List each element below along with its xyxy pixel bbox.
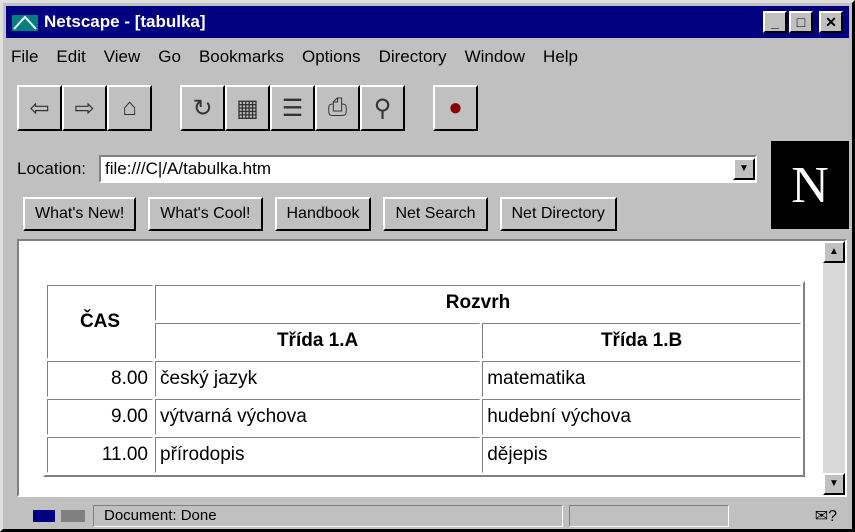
- chevron-up-icon: ▲: [829, 246, 839, 257]
- print-button[interactable]: ⎙: [315, 85, 360, 131]
- menu-help[interactable]: Help: [543, 47, 578, 67]
- class-b-cell: hudební výchova: [482, 399, 801, 435]
- time-cell: 9.00: [47, 399, 153, 435]
- find-icon: ⚲: [373, 94, 392, 122]
- class-b-cell: dějepis: [482, 437, 801, 473]
- table-row: 11.00 přírodopis dějepis: [47, 437, 801, 473]
- class-a-header: Třída 1.A: [155, 323, 481, 359]
- menu-edit[interactable]: Edit: [56, 47, 85, 67]
- net-search-button[interactable]: Net Search: [383, 197, 488, 231]
- security-key-icon[interactable]: [31, 506, 93, 526]
- mail-icon[interactable]: ✉?: [815, 506, 837, 526]
- schedule-header: Rozvrh: [155, 285, 801, 321]
- home-icon: ⌂: [122, 94, 137, 121]
- class-a-cell: český jazyk: [155, 361, 481, 397]
- vertical-scrollbar[interactable]: ▲ ▼: [823, 241, 845, 495]
- class-b-header: Třída 1.B: [482, 323, 801, 359]
- page-content: ČAS Rozvrh Třída 1.A Třída 1.B 8.00 česk…: [17, 239, 847, 497]
- whats-cool-button[interactable]: What's Cool!: [148, 197, 263, 231]
- status-bar: Document: Done ✉?: [17, 503, 847, 529]
- class-a-cell: přírodopis: [155, 437, 481, 473]
- menu-view[interactable]: View: [104, 47, 141, 67]
- location-label: Location:: [17, 159, 86, 178]
- images-icon: ▦: [236, 94, 259, 122]
- directory-buttons: What's New! What's Cool! Handbook Net Se…: [23, 197, 629, 231]
- stop-button[interactable]: ●: [433, 85, 478, 131]
- maximize-button[interactable]: □: [789, 11, 813, 33]
- chevron-down-icon: ▼: [829, 478, 839, 489]
- reload-icon: ↻: [192, 94, 213, 122]
- location-dropdown-button[interactable]: ▼: [733, 158, 755, 180]
- back-icon: ⇦: [29, 94, 50, 122]
- browser-window: Netscape - [tabulka] _ □ ✕ File Edit Vie…: [0, 0, 855, 532]
- menu-go[interactable]: Go: [158, 47, 181, 67]
- images-button[interactable]: ▦: [225, 85, 270, 131]
- netscape-logo: N: [771, 141, 849, 229]
- time-cell: 11.00: [47, 437, 153, 473]
- class-a-cell: výtvarná výchova: [155, 399, 481, 435]
- schedule-table: ČAS Rozvrh Třída 1.A Třída 1.B 8.00 česk…: [43, 281, 805, 477]
- handbook-button[interactable]: Handbook: [274, 197, 372, 231]
- forward-icon: ⇨: [74, 94, 95, 122]
- back-button[interactable]: ⇦: [17, 85, 62, 131]
- progress-bar: [569, 505, 729, 527]
- minimize-icon: _: [771, 14, 779, 30]
- home-button[interactable]: ⌂: [107, 85, 152, 131]
- close-button[interactable]: ✕: [819, 11, 843, 33]
- open-button[interactable]: ☰: [270, 85, 315, 131]
- netscape-app-icon[interactable]: [12, 11, 38, 33]
- title-bar: Netscape - [tabulka] _ □ ✕: [6, 6, 849, 38]
- open-icon: ☰: [281, 94, 304, 122]
- window-title: Netscape - [tabulka]: [44, 12, 206, 31]
- menu-file[interactable]: File: [11, 47, 38, 67]
- net-directory-button[interactable]: Net Directory: [499, 197, 617, 231]
- menu-window[interactable]: Window: [465, 47, 525, 67]
- toolbar: ⇦ ⇨ ⌂ ↻ ▦ ☰ ⎙ ⚲ ●: [17, 85, 478, 141]
- menu-bar: File Edit View Go Bookmarks Options Dire…: [11, 43, 596, 71]
- stop-icon: ●: [448, 94, 463, 121]
- reload-button[interactable]: ↻: [180, 85, 225, 131]
- table-row: 9.00 výtvarná výchova hudební výchova: [47, 399, 801, 435]
- find-button[interactable]: ⚲: [360, 85, 405, 131]
- menu-directory[interactable]: Directory: [379, 47, 447, 67]
- logo-letter: N: [791, 156, 829, 214]
- status-text: Document: Done: [93, 505, 563, 527]
- scroll-down-button[interactable]: ▼: [823, 473, 845, 495]
- time-header: ČAS: [47, 285, 153, 359]
- menu-bookmarks[interactable]: Bookmarks: [199, 47, 284, 67]
- location-input[interactable]: file:///C|/A/tabulka.htm: [99, 155, 757, 183]
- print-icon: ⎙: [327, 94, 348, 121]
- class-b-cell: matematika: [482, 361, 801, 397]
- whats-new-button[interactable]: What's New!: [23, 197, 137, 231]
- minimize-button[interactable]: _: [763, 11, 787, 33]
- time-cell: 8.00: [47, 361, 153, 397]
- chevron-down-icon: ▼: [739, 163, 749, 174]
- table-row: 8.00 český jazyk matematika: [47, 361, 801, 397]
- menu-options[interactable]: Options: [302, 47, 361, 67]
- maximize-icon: □: [796, 14, 806, 30]
- forward-button[interactable]: ⇨: [62, 85, 107, 131]
- scroll-up-button[interactable]: ▲: [823, 241, 845, 263]
- close-icon: ✕: [825, 13, 837, 30]
